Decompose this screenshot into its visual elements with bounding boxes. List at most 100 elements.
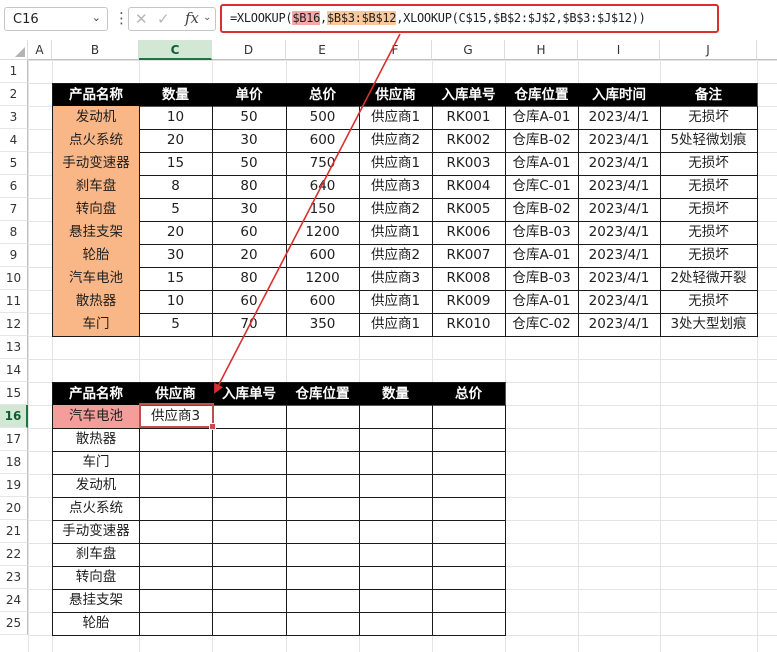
- table-cell[interactable]: 仓库B-03: [505, 267, 579, 291]
- table-cell[interactable]: 仓库B-02: [505, 198, 579, 222]
- chevron-down-icon[interactable]: ⌄: [92, 11, 101, 24]
- table-cell[interactable]: 30: [139, 244, 213, 268]
- row-header-9[interactable]: 9: [0, 244, 28, 267]
- row-header-19[interactable]: 19: [0, 474, 28, 497]
- table-cell[interactable]: [212, 451, 287, 475]
- product-name-cell[interactable]: 刹车盘: [52, 543, 140, 567]
- table-cell[interactable]: 15: [139, 152, 213, 176]
- table-cell[interactable]: [139, 474, 213, 498]
- product-name-cell[interactable]: 悬挂支架: [52, 221, 140, 245]
- product-name-cell[interactable]: 手动变速器: [52, 152, 140, 176]
- row-header-21[interactable]: 21: [0, 520, 28, 543]
- table-cell[interactable]: [286, 520, 360, 544]
- table-cell[interactable]: 2023/4/1: [578, 244, 661, 268]
- row-header-11[interactable]: 11: [0, 290, 28, 313]
- table-cell[interactable]: [359, 543, 433, 567]
- table-cell[interactable]: [212, 497, 287, 521]
- product-name-cell[interactable]: 散热器: [52, 290, 140, 314]
- row-header-12[interactable]: 12: [0, 313, 28, 336]
- table-header-cell[interactable]: 仓库位置: [286, 382, 360, 406]
- table-cell[interactable]: 2023/4/1: [578, 290, 661, 314]
- table-cell[interactable]: [286, 566, 360, 590]
- table-cell[interactable]: [139, 428, 213, 452]
- table-cell[interactable]: [432, 497, 506, 521]
- column-header-b[interactable]: B: [52, 40, 139, 60]
- name-box[interactable]: C16 ⌄: [4, 7, 108, 31]
- table-cell[interactable]: 70: [212, 313, 287, 337]
- table-header-cell[interactable]: 入库单号: [212, 382, 287, 406]
- row-header-15[interactable]: 15: [0, 382, 28, 405]
- table-cell[interactable]: [212, 589, 287, 613]
- table-cell[interactable]: [212, 566, 287, 590]
- table-cell[interactable]: 150: [286, 198, 360, 222]
- table-header-cell[interactable]: 产品名称: [52, 382, 140, 406]
- table-cell[interactable]: 供应商1: [359, 152, 433, 176]
- confirm-icon[interactable]: ✓: [157, 10, 170, 28]
- table-header-cell[interactable]: 单价: [212, 83, 287, 107]
- table-cell[interactable]: 8: [139, 175, 213, 199]
- table-cell[interactable]: 30: [212, 198, 287, 222]
- row-header-25[interactable]: 25: [0, 612, 28, 635]
- table-cell[interactable]: 供应商1: [359, 106, 433, 130]
- table-cell[interactable]: [286, 451, 360, 475]
- table-cell[interactable]: [359, 474, 433, 498]
- table-cell[interactable]: [212, 520, 287, 544]
- table-cell[interactable]: 20: [212, 244, 287, 268]
- table-cell[interactable]: 2处轻微开裂: [660, 267, 758, 291]
- table-cell[interactable]: 仓库A-01: [505, 106, 579, 130]
- table-cell[interactable]: [359, 451, 433, 475]
- table-cell[interactable]: [432, 543, 506, 567]
- product-name-cell[interactable]: 点火系统: [52, 129, 140, 153]
- table-cell[interactable]: [432, 451, 506, 475]
- chevron-down-icon[interactable]: ⌄: [203, 12, 211, 23]
- table-cell[interactable]: RK002: [432, 129, 506, 153]
- table-header-cell[interactable]: 供应商: [139, 382, 213, 406]
- table-cell[interactable]: 无损坏: [660, 244, 758, 268]
- table-header-cell[interactable]: 备注: [660, 83, 758, 107]
- table-cell[interactable]: 供应商3: [359, 175, 433, 199]
- table-cell[interactable]: 供应商2: [359, 244, 433, 268]
- table-cell[interactable]: 供应商3: [359, 267, 433, 291]
- table-cell[interactable]: 10: [139, 106, 213, 130]
- table-cell[interactable]: 2023/4/1: [578, 221, 661, 245]
- table-cell[interactable]: 600: [286, 244, 360, 268]
- table-cell[interactable]: 30: [212, 129, 287, 153]
- product-name-cell[interactable]: 轮胎: [52, 612, 140, 636]
- product-name-cell[interactable]: 转向盘: [52, 198, 140, 222]
- product-name-cell[interactable]: 点火系统: [52, 497, 140, 521]
- table-cell[interactable]: 供应商1: [359, 221, 433, 245]
- row-header-14[interactable]: 14: [0, 359, 28, 382]
- table-cell[interactable]: 640: [286, 175, 360, 199]
- active-cell[interactable]: 供应商3: [139, 405, 213, 429]
- table-cell[interactable]: [432, 612, 506, 636]
- table-cell[interactable]: [139, 612, 213, 636]
- row-header-2[interactable]: 2: [0, 83, 28, 106]
- table-cell[interactable]: [432, 405, 506, 429]
- column-header-i[interactable]: I: [578, 40, 660, 60]
- row-header-17[interactable]: 17: [0, 428, 28, 451]
- table-cell[interactable]: 600: [286, 129, 360, 153]
- table-cell[interactable]: [212, 405, 287, 429]
- product-name-cell[interactable]: 发动机: [52, 474, 140, 498]
- row-header-6[interactable]: 6: [0, 175, 28, 198]
- table-cell[interactable]: [139, 520, 213, 544]
- table-cell[interactable]: [359, 497, 433, 521]
- table-cell[interactable]: 750: [286, 152, 360, 176]
- table-cell[interactable]: 2023/4/1: [578, 313, 661, 337]
- table-cell[interactable]: [286, 612, 360, 636]
- row-header-24[interactable]: 24: [0, 589, 28, 612]
- table-cell[interactable]: 2023/4/1: [578, 129, 661, 153]
- row-header-3[interactable]: 3: [0, 106, 28, 129]
- table-cell[interactable]: 仓库C-02: [505, 313, 579, 337]
- column-header-e[interactable]: E: [286, 40, 359, 60]
- row-header-7[interactable]: 7: [0, 198, 28, 221]
- table-cell[interactable]: [139, 566, 213, 590]
- table-cell[interactable]: 50: [212, 106, 287, 130]
- column-header-g[interactable]: G: [432, 40, 505, 60]
- table-cell[interactable]: [286, 428, 360, 452]
- table-cell[interactable]: [359, 589, 433, 613]
- table-cell[interactable]: RK001: [432, 106, 506, 130]
- table-cell[interactable]: RK003: [432, 152, 506, 176]
- table-cell[interactable]: 仓库B-03: [505, 221, 579, 245]
- product-name-cell[interactable]: 悬挂支架: [52, 589, 140, 613]
